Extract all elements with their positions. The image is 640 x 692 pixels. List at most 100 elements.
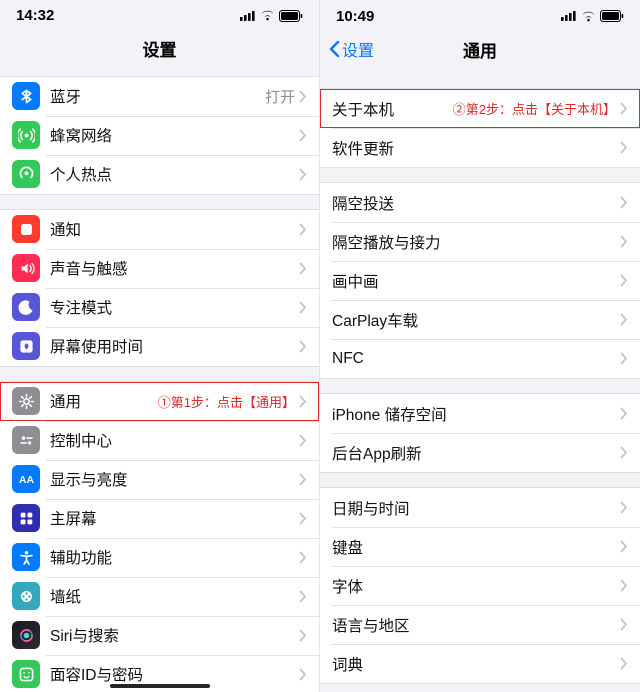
row-airplay[interactable]: 隔空播放与接力 — [320, 222, 640, 261]
status-time: 10:49 — [336, 8, 374, 25]
siri-icon — [12, 621, 40, 649]
row-label: 个人热点 — [50, 163, 299, 185]
back-label: 设置 — [342, 37, 374, 61]
wallpaper-icon — [12, 582, 40, 610]
controlcenter-icon — [12, 426, 40, 454]
row-update[interactable]: 软件更新 — [320, 128, 640, 167]
cellular-icon — [12, 121, 40, 149]
settings-screen: 14:32 设置 蓝牙打开蜂窝网络个人热点通知声音与触感专注模式屏幕使用时间通用… — [0, 0, 320, 692]
settings-group: 隔空投送隔空播放与接力画中画 CarPlay车载 NFC — [320, 182, 640, 379]
general-icon — [12, 387, 40, 415]
row-about[interactable]: 关于本机②第2步：点击【关于本机】 — [320, 89, 640, 128]
row-fonts[interactable]: 字体 — [320, 566, 640, 605]
row-cellular[interactable]: 蜂窝网络 — [0, 116, 319, 155]
signal-icon — [561, 11, 577, 21]
chevron-right-icon — [299, 551, 307, 564]
row-label: 键盘 — [332, 536, 620, 558]
row-wallpaper[interactable]: 墙纸 — [0, 577, 319, 616]
faceid-icon — [12, 660, 40, 688]
nav-bar: 设置 — [0, 28, 319, 70]
row-label: 蓝牙 — [50, 85, 265, 107]
row-label: NFC — [332, 350, 620, 368]
back-button[interactable]: 设置 — [328, 37, 374, 61]
row-focus[interactable]: 专注模式 — [0, 288, 319, 327]
row-pip[interactable]: 画中画 — [320, 261, 640, 300]
page-title: 设置 — [143, 36, 177, 61]
row-airdrop[interactable]: 隔空投送 — [320, 183, 640, 222]
chevron-right-icon — [620, 407, 628, 420]
chevron-right-icon — [299, 340, 307, 353]
row-carplay[interactable]: CarPlay车载 — [320, 300, 640, 339]
chevron-right-icon — [299, 629, 307, 642]
row-notifications[interactable]: 通知 — [0, 210, 319, 249]
chevron-right-icon — [299, 434, 307, 447]
chevron-right-icon — [620, 102, 628, 115]
chevron-right-icon — [299, 590, 307, 603]
row-storage[interactable]: iPhone 储存空间 — [320, 394, 640, 433]
row-label: 声音与触感 — [50, 257, 299, 279]
row-siri[interactable]: Siri与搜索 — [0, 616, 319, 655]
row-bgapp[interactable]: 后台App刷新 — [320, 433, 640, 472]
chevron-right-icon — [620, 446, 628, 459]
chevron-right-icon — [620, 501, 628, 514]
chevron-right-icon — [299, 168, 307, 181]
row-controlcenter[interactable]: 控制中心 — [0, 421, 319, 460]
settings-group: 蓝牙打开蜂窝网络个人热点 — [0, 76, 319, 195]
chevron-right-icon — [620, 540, 628, 553]
chevron-right-icon — [299, 395, 307, 408]
battery-icon — [279, 10, 303, 22]
chevron-right-icon — [299, 473, 307, 486]
row-label: 隔空投送 — [332, 192, 620, 214]
wifi-icon — [581, 11, 596, 22]
chevron-right-icon — [299, 301, 307, 314]
row-label: Siri与搜索 — [50, 624, 299, 646]
row-nfc[interactable]: NFC — [320, 339, 640, 378]
chevron-right-icon — [620, 141, 628, 154]
row-keyboard[interactable]: 键盘 — [320, 527, 640, 566]
chevron-right-icon — [620, 618, 628, 631]
row-label: 通知 — [50, 218, 299, 240]
settings-group: iPhone 储存空间后台App刷新 — [320, 393, 640, 473]
row-general[interactable]: 通用①第1步：点击【通用】 — [0, 382, 319, 421]
row-label: 控制中心 — [50, 429, 299, 451]
chevron-right-icon — [299, 668, 307, 681]
home-indicator — [110, 684, 210, 688]
row-accessibility[interactable]: 辅助功能 — [0, 538, 319, 577]
row-label: 主屏幕 — [50, 507, 299, 529]
row-screentime[interactable]: 屏幕使用时间 — [0, 327, 319, 366]
row-label: 画中画 — [332, 270, 620, 292]
row-label: 关于本机 — [332, 98, 453, 120]
row-sound[interactable]: 声音与触感 — [0, 249, 319, 288]
status-bar: 10:49 — [320, 0, 640, 28]
focus-icon — [12, 293, 40, 321]
row-label: 隔空播放与接力 — [332, 231, 620, 253]
row-lang[interactable]: 语言与地区 — [320, 605, 640, 644]
row-label: CarPlay车载 — [332, 309, 620, 331]
settings-group: 关于本机②第2步：点击【关于本机】软件更新 — [320, 88, 640, 168]
wifi-icon — [260, 10, 275, 21]
row-label: 专注模式 — [50, 296, 299, 318]
chevron-right-icon — [299, 223, 307, 236]
row-dict[interactable]: 词典 — [320, 644, 640, 683]
row-label: 屏幕使用时间 — [50, 335, 299, 357]
sound-icon — [12, 254, 40, 282]
row-bluetooth[interactable]: 蓝牙打开 — [0, 77, 319, 116]
battery-icon — [600, 10, 624, 22]
chevron-right-icon — [620, 352, 628, 365]
row-label: 面容ID与密码 — [50, 663, 299, 685]
row-homescreen[interactable]: 主屏幕 — [0, 499, 319, 538]
settings-group: 通用①第1步：点击【通用】控制中心 AA显示与亮度主屏幕辅助功能墙纸 Siri与搜索… — [0, 381, 319, 692]
notifications-icon — [12, 215, 40, 243]
chevron-right-icon — [620, 657, 628, 670]
row-label: 显示与亮度 — [50, 468, 299, 490]
chevron-right-icon — [299, 262, 307, 275]
row-value: 打开 — [265, 86, 295, 107]
step-annotation: ②第2步：点击【关于本机】 — [453, 99, 616, 118]
homescreen-icon — [12, 504, 40, 532]
row-hotspot[interactable]: 个人热点 — [0, 155, 319, 194]
row-display[interactable]: AA显示与亮度 — [0, 460, 319, 499]
row-datetime[interactable]: 日期与时间 — [320, 488, 640, 527]
row-label: 语言与地区 — [332, 614, 620, 636]
page-title: 通用 — [463, 37, 497, 62]
hotspot-icon — [12, 160, 40, 188]
